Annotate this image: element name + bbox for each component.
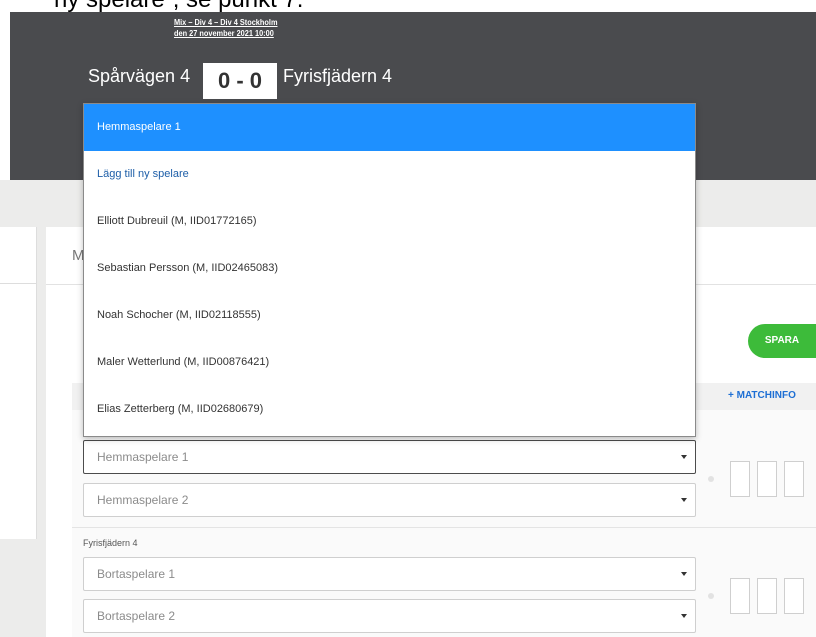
home-player-1-value: Hemmaspelare 1	[97, 450, 189, 464]
section-divider	[72, 527, 816, 528]
dropdown-option[interactable]: Elias Zetterberg (M, IID02680679)	[84, 386, 695, 433]
player-dropdown-list[interactable]: Hemmaspelare 1 Lägg till ny spelare Elli…	[83, 103, 696, 437]
away-player-1-value: Bortaspelare 1	[97, 567, 176, 581]
home-player-2-value: Hemmaspelare 2	[97, 493, 189, 507]
dropdown-option[interactable]: Sebastian Persson (M, IID02465083)	[84, 245, 695, 292]
home-score-set-2[interactable]	[757, 461, 777, 497]
away-team-section-label: Fyrisfjädern 4	[83, 538, 138, 548]
caret-down-icon	[681, 498, 687, 502]
save-button[interactable]: SPARA	[748, 324, 816, 358]
status-dot-icon	[708, 476, 714, 482]
away-player-1-select[interactable]: Bortaspelare 1	[83, 557, 696, 591]
document-caption: ny spelare”, se punkt 7.	[0, 0, 816, 12]
away-player-2-select[interactable]: Bortaspelare 2	[83, 599, 696, 633]
home-player-2-select[interactable]: Hemmaspelare 2	[83, 483, 696, 517]
competition-name[interactable]: Mix – Div 4 – Div 4 Stockholm	[174, 17, 277, 28]
away-team-name: Fyrisfjädern 4	[283, 66, 393, 86]
away-score-set-3[interactable]	[784, 578, 804, 614]
matchinfo-button[interactable]: + MATCHINFO	[728, 390, 796, 401]
match-meta: Mix – Div 4 – Div 4 Stockholm den 27 nov…	[174, 17, 277, 39]
caret-down-icon	[681, 572, 687, 576]
home-team-name: Spårvägen 4	[88, 66, 191, 86]
dropdown-option-add-player[interactable]: Lägg till ny spelare	[84, 151, 695, 198]
status-dot-icon	[708, 593, 714, 599]
home-player-1-select[interactable]: Hemmaspelare 1	[83, 440, 696, 474]
caret-down-icon	[681, 455, 687, 459]
away-player-2-value: Bortaspelare 2	[97, 609, 176, 623]
match-datetime: den 27 november 2021 10:00	[174, 29, 274, 38]
dropdown-option[interactable]: Maler Wetterlund (M, IID00876421)	[84, 339, 695, 386]
home-score-set-3[interactable]	[784, 461, 804, 497]
left-panel	[0, 227, 37, 539]
dropdown-option[interactable]: Elliott Dubreuil (M, IID01772165)	[84, 198, 695, 245]
away-score-set-2[interactable]	[757, 578, 777, 614]
score-display: 0 - 0	[203, 63, 277, 99]
dropdown-option[interactable]: Noah Schocher (M, IID02118555)	[84, 292, 695, 339]
caption-text: ny spelare”, se punkt 7.	[54, 0, 303, 12]
away-score-set-1[interactable]	[730, 578, 750, 614]
home-score-set-1[interactable]	[730, 461, 750, 497]
caret-down-icon	[681, 614, 687, 618]
dropdown-option-selected[interactable]: Hemmaspelare 1	[84, 104, 695, 151]
